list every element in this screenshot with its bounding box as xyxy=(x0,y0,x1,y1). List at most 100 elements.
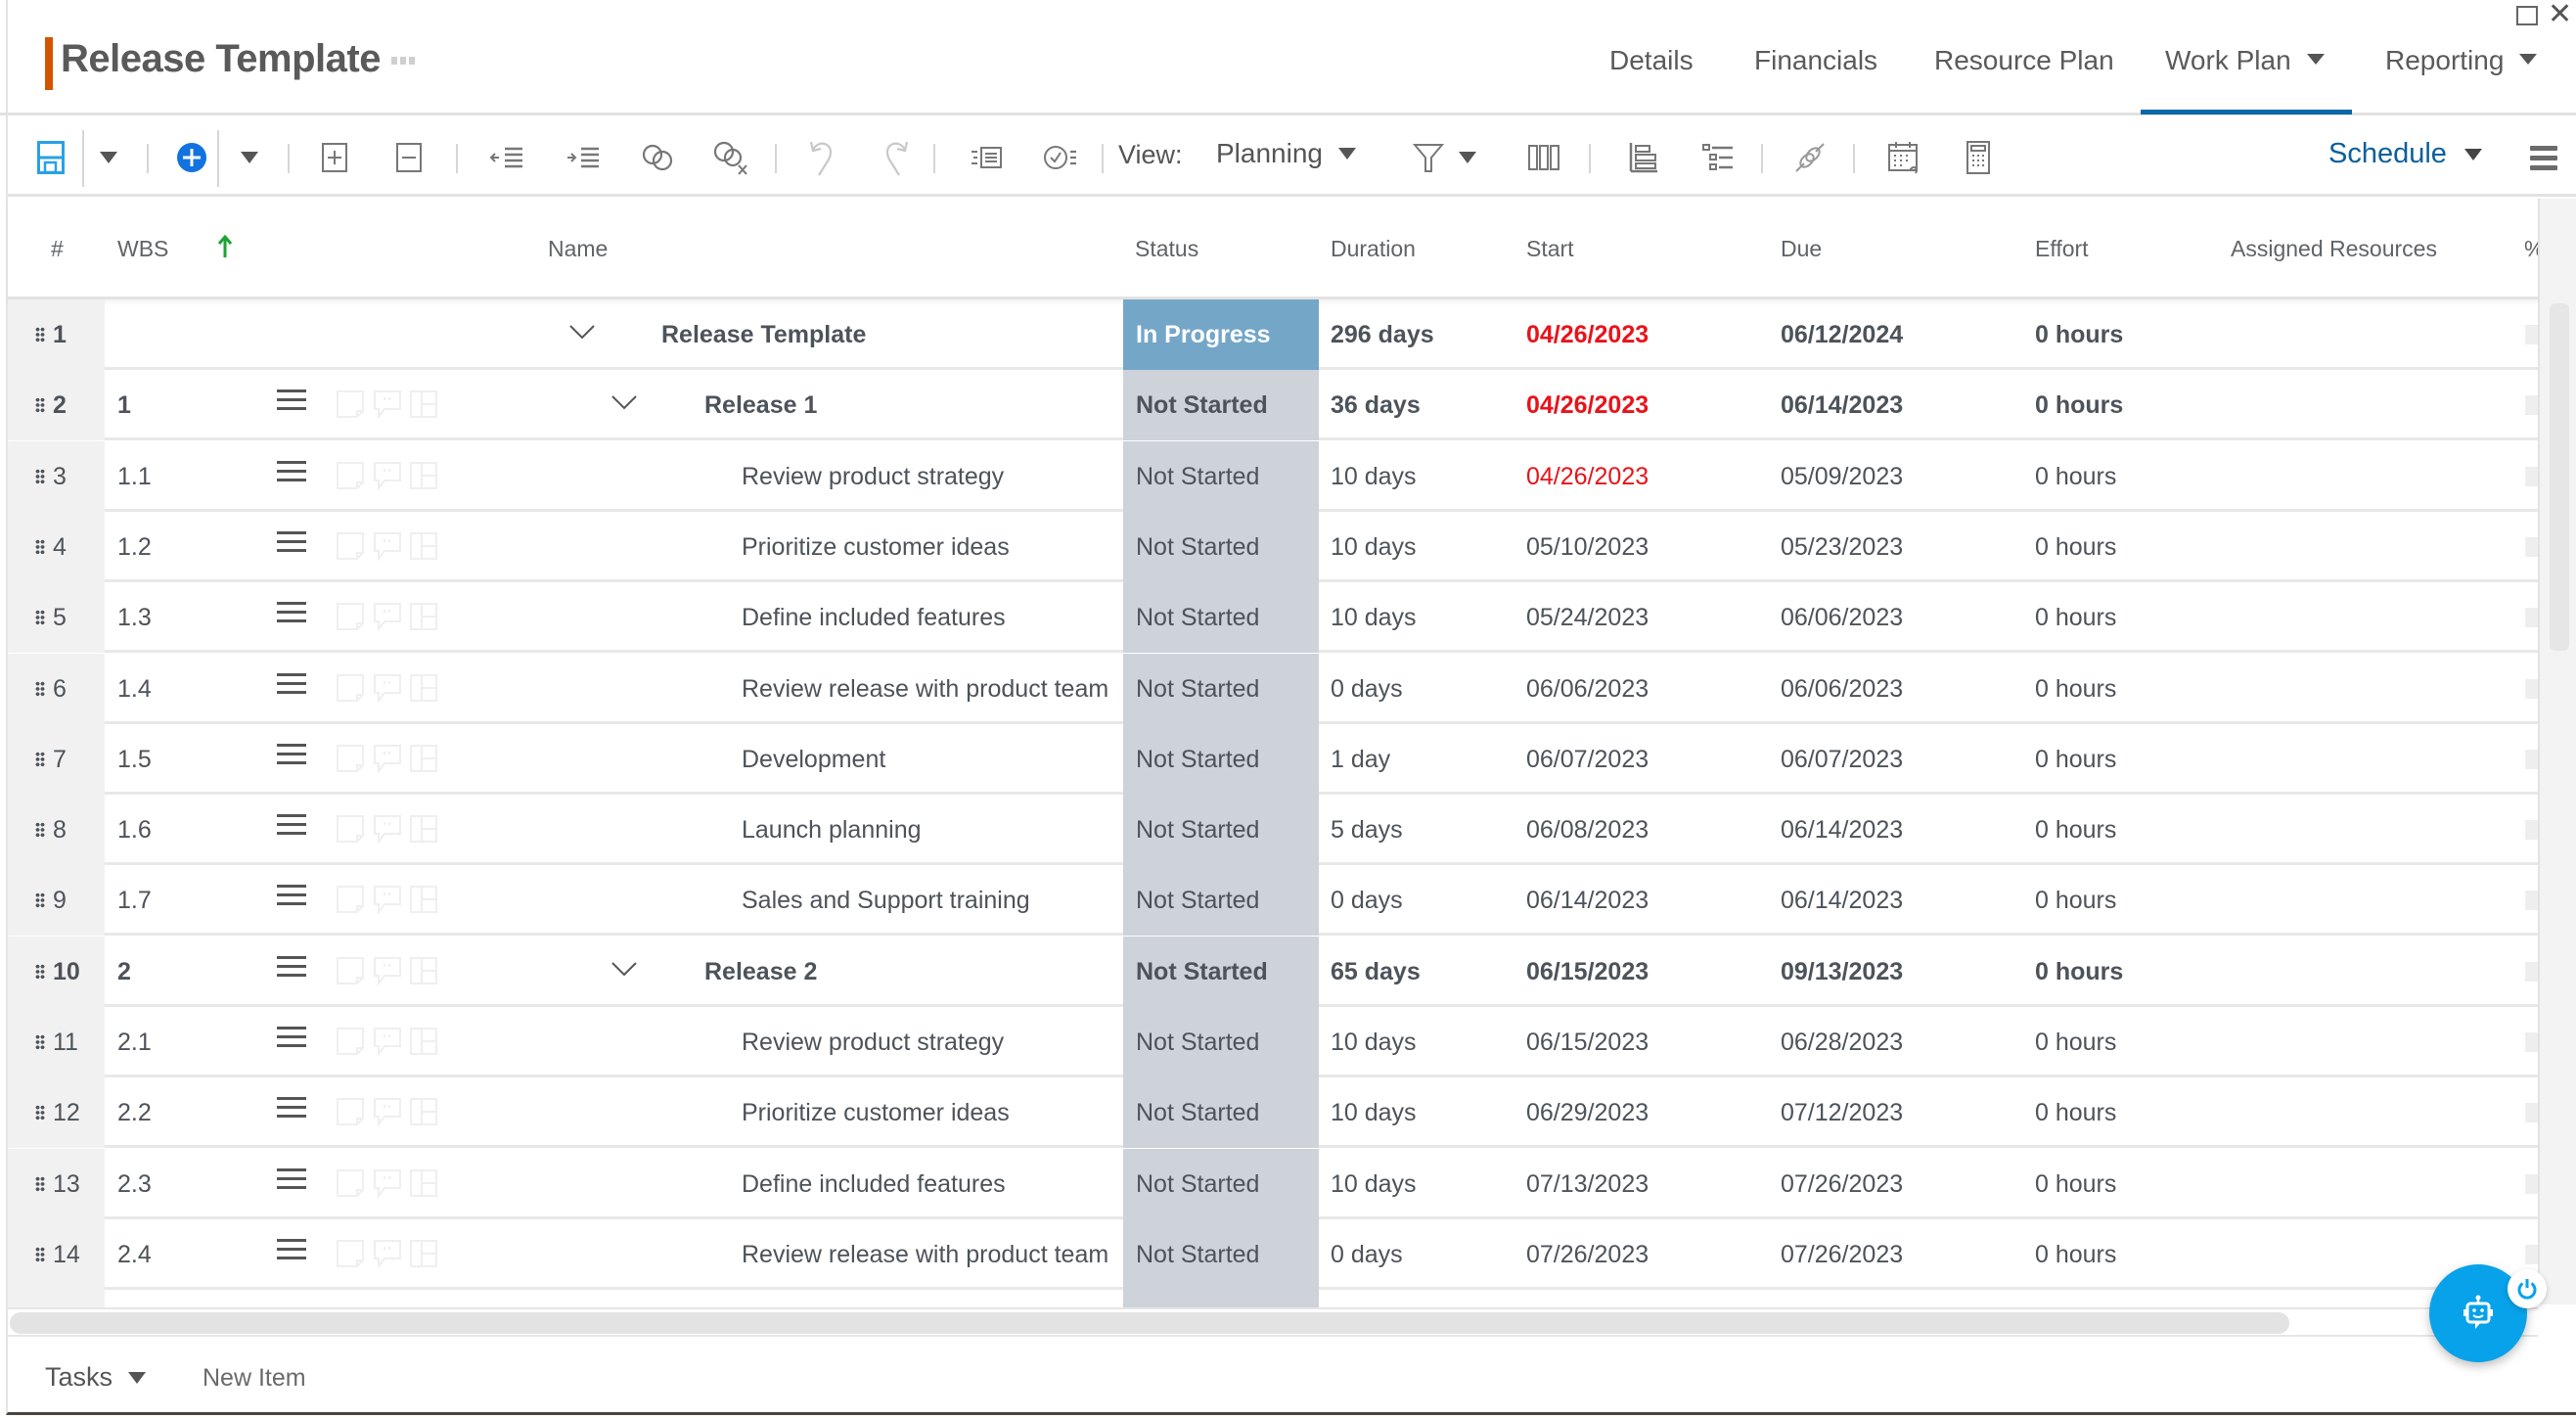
percent-complete-cell[interactable] xyxy=(2525,962,2538,982)
effort-cell[interactable]: 0 hours xyxy=(2035,887,2116,915)
duration-cell[interactable]: 65 days xyxy=(1331,958,1421,986)
status-cell[interactable]: Not Started xyxy=(1123,1077,1319,1148)
new-item-button[interactable]: New Item xyxy=(203,1364,306,1393)
collapse-chevron-icon[interactable] xyxy=(610,393,638,411)
table-row[interactable]: 1 Release Template In Progress 296 days 04/2… xyxy=(8,299,2538,370)
due-date-cell[interactable]: 06/28/2023 xyxy=(1781,1029,1903,1057)
sort-ascending-icon[interactable] xyxy=(217,234,233,259)
duration-cell[interactable]: 0 days xyxy=(1331,887,1403,915)
layout-icon[interactable] xyxy=(409,1168,438,1198)
details-panel-button[interactable] xyxy=(967,118,1006,197)
percent-complete-cell[interactable] xyxy=(2525,395,2538,415)
column-header-due[interactable]: Due xyxy=(1781,236,1822,262)
row-number[interactable] xyxy=(8,1290,105,1307)
due-date-cell[interactable]: 07/26/2023 xyxy=(1781,1170,1903,1199)
note-icon[interactable] xyxy=(336,1097,365,1126)
start-date-cell[interactable]: 04/26/2023 xyxy=(1526,391,1649,420)
row-menu-icon[interactable] xyxy=(277,461,306,487)
start-date-cell[interactable]: 06/15/2023 xyxy=(1526,958,1649,986)
due-date-cell[interactable]: 07/26/2023 xyxy=(1781,1241,1903,1269)
duration-cell[interactable]: 0 days xyxy=(1331,675,1403,704)
comment-icon[interactable] xyxy=(373,956,402,985)
due-date-cell[interactable]: 06/14/2023 xyxy=(1781,816,1903,845)
table-row[interactable]: 12 2.2 Prioritize customer ideas Not Starte… xyxy=(8,1077,2538,1148)
effort-cell[interactable]: 0 hours xyxy=(2035,958,2123,986)
comment-icon[interactable] xyxy=(373,1027,402,1056)
start-date-cell[interactable]: 05/10/2023 xyxy=(1526,533,1649,562)
table-row[interactable]: 11 2.1 Review product strategy Not Started 1… xyxy=(8,1007,2538,1077)
comment-icon[interactable] xyxy=(373,1239,402,1268)
note-icon[interactable] xyxy=(336,1027,365,1056)
due-date-cell[interactable]: 06/14/2023 xyxy=(1781,887,1903,915)
row-menu-icon[interactable] xyxy=(277,673,306,700)
schedule-dropdown[interactable]: Schedule xyxy=(2328,138,2482,170)
start-date-cell[interactable]: 06/06/2023 xyxy=(1526,675,1649,704)
effort-cell[interactable]: 0 hours xyxy=(2035,463,2116,491)
horizontal-scrollbar[interactable] xyxy=(8,1307,2538,1337)
calendar-button[interactable] xyxy=(1884,118,1923,197)
comment-icon[interactable] xyxy=(373,1097,402,1126)
start-date-cell[interactable]: 04/26/2023 xyxy=(1526,463,1649,491)
status-cell[interactable]: Not Started xyxy=(1123,582,1319,653)
baseline-button[interactable] xyxy=(1624,118,1663,197)
collapse-chevron-icon[interactable] xyxy=(568,323,596,341)
start-date-cell[interactable]: 04/26/2023 xyxy=(1526,321,1649,349)
row-menu-icon[interactable] xyxy=(277,602,306,628)
wbs-cell[interactable]: 1.1 xyxy=(117,463,152,491)
percent-complete-cell[interactable] xyxy=(2525,467,2538,486)
calculator-button[interactable] xyxy=(1959,118,1998,197)
status-cell[interactable]: Not Started xyxy=(1123,724,1319,795)
start-date-cell[interactable]: 06/14/2023 xyxy=(1526,887,1649,915)
duration-cell[interactable]: 0 days xyxy=(1331,1241,1403,1269)
row-drag-handle[interactable]: 8 xyxy=(8,795,105,865)
comment-icon[interactable] xyxy=(373,602,402,631)
layout-icon[interactable] xyxy=(409,531,438,561)
status-cell[interactable]: Not Started xyxy=(1123,370,1319,440)
effort-cell[interactable]: 0 hours xyxy=(2035,816,2116,845)
effort-cell[interactable]: 0 hours xyxy=(2035,675,2116,704)
column-header-wbs[interactable]: WBS xyxy=(117,236,168,262)
layout-icon[interactable] xyxy=(409,389,438,419)
layout-icon[interactable] xyxy=(409,602,438,631)
tab-resource-plan[interactable]: Resource Plan xyxy=(1934,45,2114,76)
wbs-cell[interactable]: 2.4 xyxy=(117,1241,152,1269)
add-button[interactable] xyxy=(174,118,209,197)
status-cell[interactable] xyxy=(1123,1290,1319,1307)
table-row[interactable]: 6 1.4 Review release with product team Not … xyxy=(8,654,2538,724)
status-cell[interactable]: Not Started xyxy=(1123,795,1319,865)
status-cell[interactable]: Not Started xyxy=(1123,865,1319,936)
wbs-cell[interactable]: 1.3 xyxy=(117,604,152,632)
task-name[interactable]: Review release with product team xyxy=(742,1241,1108,1269)
duration-cell[interactable]: 1 day xyxy=(1331,746,1390,774)
row-menu-icon[interactable] xyxy=(277,814,306,841)
due-date-cell[interactable]: 07/12/2023 xyxy=(1781,1099,1903,1127)
duration-cell[interactable]: 296 days xyxy=(1331,321,1434,349)
note-icon[interactable] xyxy=(336,1168,365,1198)
task-name[interactable]: Define included features xyxy=(742,604,1006,632)
effort-cell[interactable]: 0 hours xyxy=(2035,1170,2116,1199)
wbs-cell[interactable]: 1.2 xyxy=(117,533,152,562)
filter-button[interactable] xyxy=(1409,118,1448,197)
undo-button[interactable] xyxy=(802,118,841,197)
collapse-all-button[interactable] xyxy=(393,118,425,197)
task-name[interactable]: Launch planning xyxy=(742,816,922,845)
wbs-cell[interactable]: 1.4 xyxy=(117,675,152,704)
note-icon[interactable] xyxy=(336,1239,365,1268)
note-icon[interactable] xyxy=(336,956,365,985)
effort-cell[interactable]: 0 hours xyxy=(2035,391,2123,420)
more-dots-icon[interactable] xyxy=(391,57,415,65)
duration-cell[interactable]: 10 days xyxy=(1331,1029,1417,1057)
wbs-cell[interactable]: 1.6 xyxy=(117,816,152,845)
comment-icon[interactable] xyxy=(373,1168,402,1198)
row-drag-handle[interactable]: 12 xyxy=(8,1077,105,1148)
status-cell[interactable]: Not Started xyxy=(1123,1007,1319,1077)
start-date-cell[interactable]: 05/24/2023 xyxy=(1526,604,1649,632)
start-date-cell[interactable]: 06/15/2023 xyxy=(1526,1029,1649,1057)
effort-cell[interactable]: 0 hours xyxy=(2035,746,2116,774)
column-header-duration[interactable]: Duration xyxy=(1331,236,1416,262)
row-drag-handle[interactable]: 14 xyxy=(8,1219,105,1290)
row-menu-icon[interactable] xyxy=(277,389,306,416)
duration-cell[interactable]: 10 days xyxy=(1331,463,1417,491)
task-name[interactable]: Prioritize customer ideas xyxy=(742,533,1010,562)
effort-cell[interactable]: 0 hours xyxy=(2035,533,2116,562)
